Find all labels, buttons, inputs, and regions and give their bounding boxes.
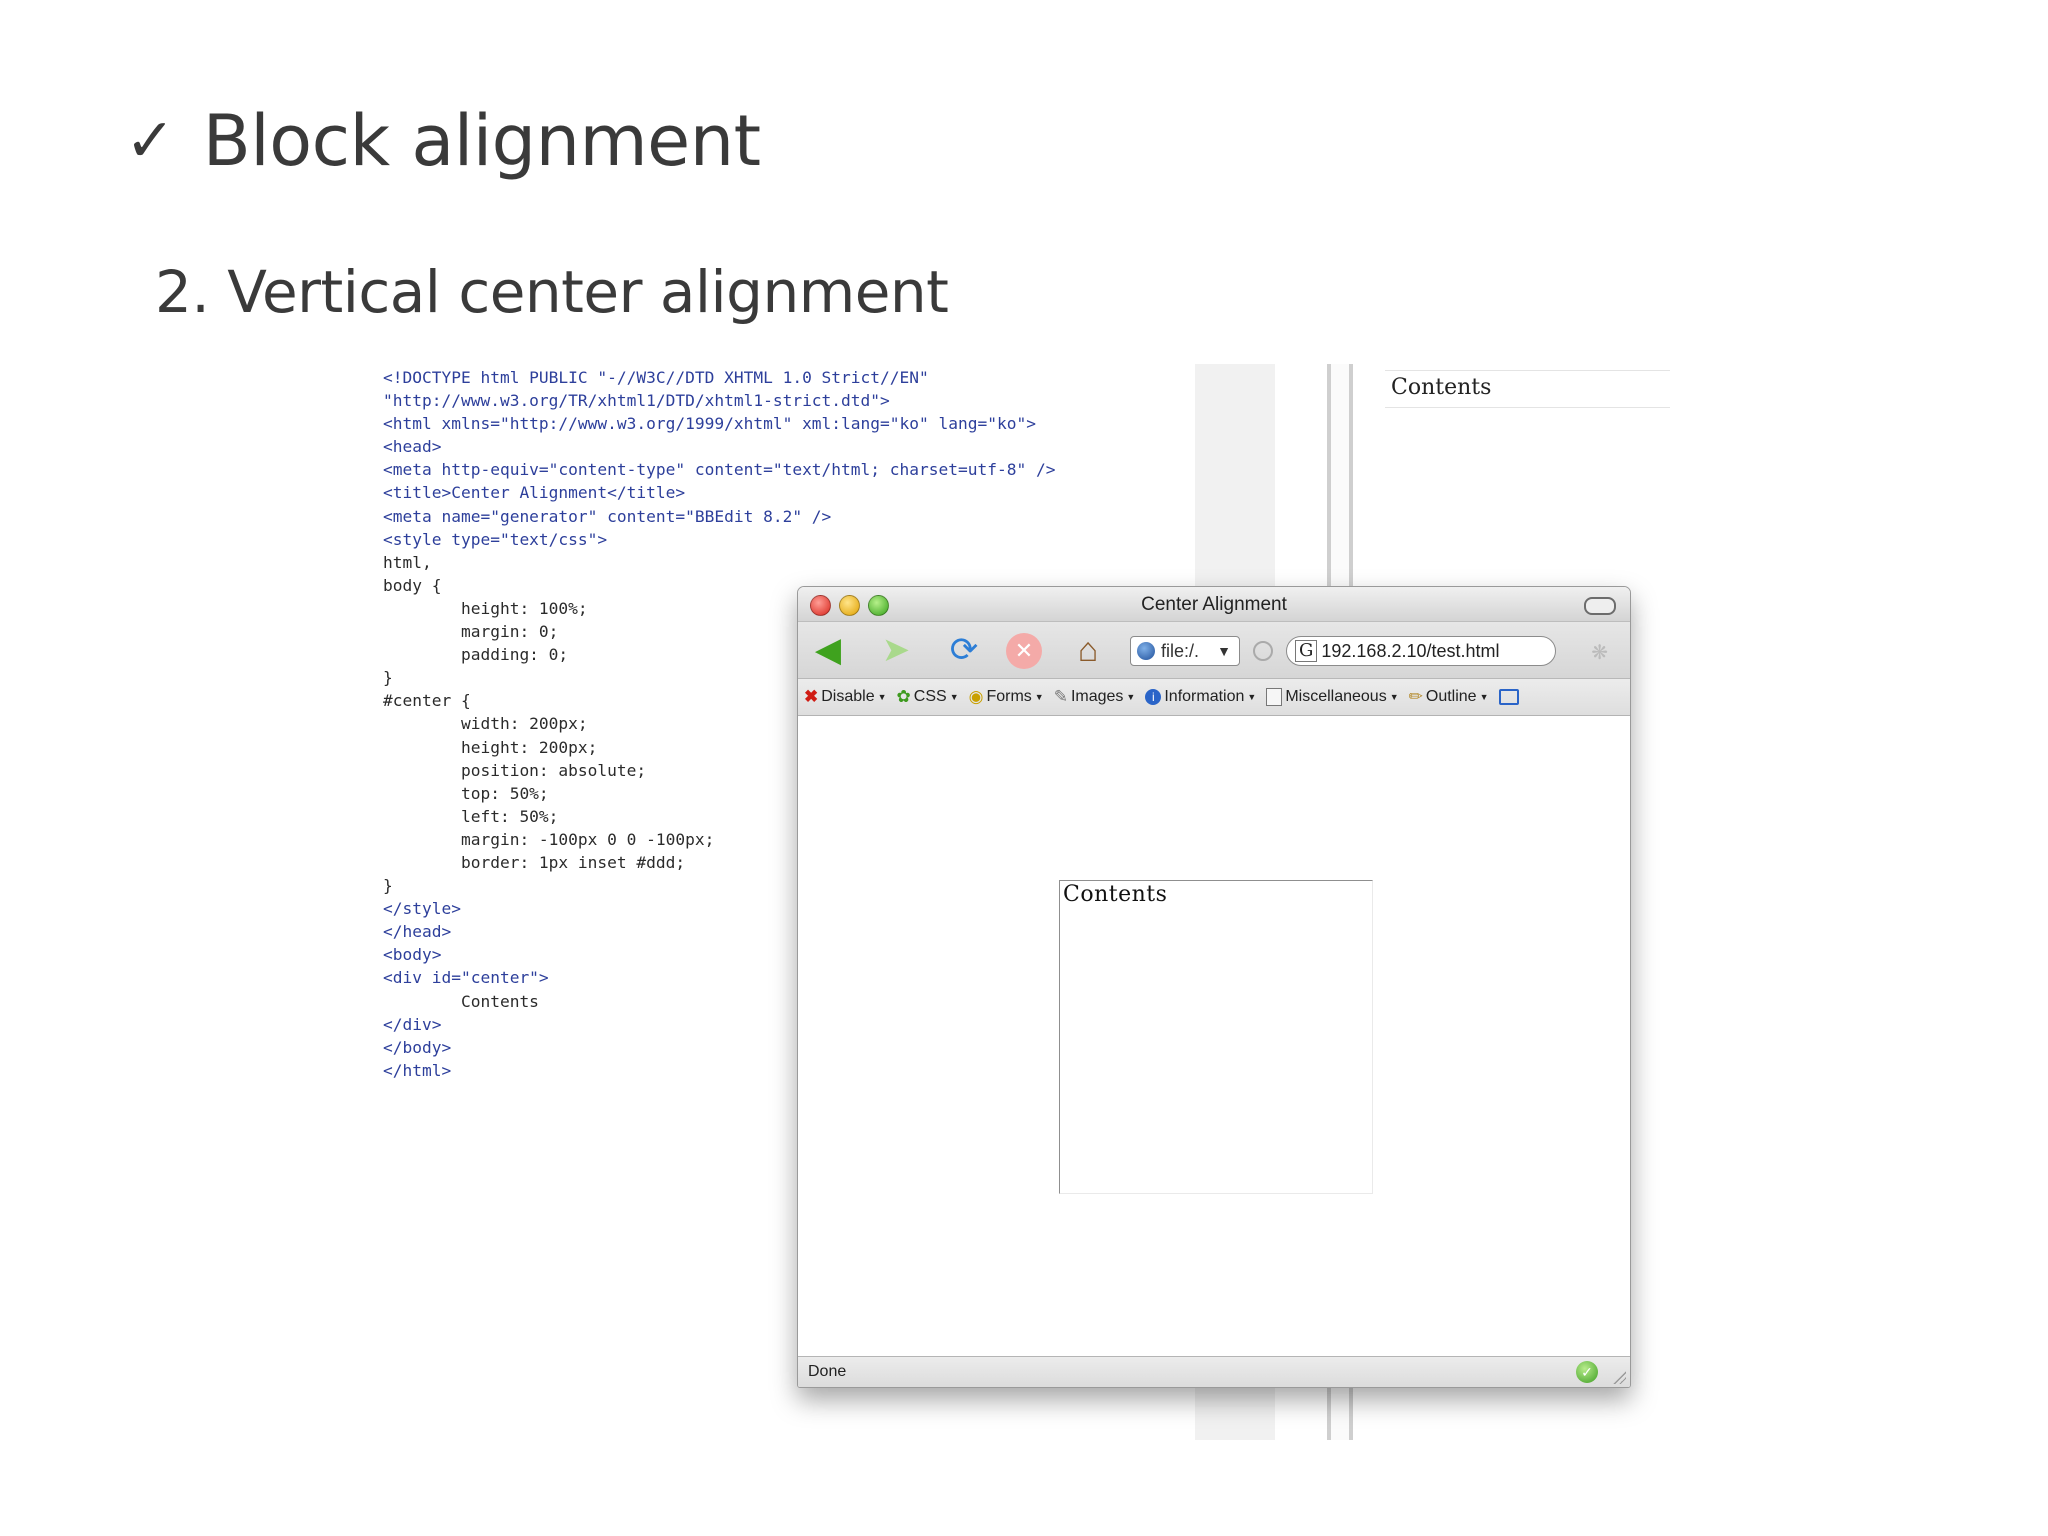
slide-subtitle: 2. Vertical center alignment: [155, 258, 949, 326]
throbber-icon: ❋: [1591, 642, 1608, 664]
window-title: Center Alignment: [1141, 594, 1287, 615]
browser-window: Center Alignment ◀ ➤ ⟳ ✕ ⌂ file:/. ▼ G 1…: [797, 586, 1631, 1388]
disable-icon: ✖: [804, 687, 819, 706]
code-line: }: [383, 668, 393, 688]
caret-down-icon: ▼: [1126, 692, 1136, 702]
code-line: <!DOCTYPE html PUBLIC "-//W3C//DTD XHTML…: [383, 368, 929, 387]
resize-grip-icon[interactable]: [1612, 1370, 1626, 1384]
url-field[interactable]: G 192.168.2.10/test.html: [1286, 636, 1556, 666]
code-line: </html>: [383, 1060, 452, 1080]
code-line: #center {: [383, 691, 471, 711]
back-arrow-icon[interactable]: ◀: [808, 631, 848, 669]
url-text: 192.168.2.10/test.html: [1321, 640, 1500, 661]
css-icon: ✿: [896, 687, 911, 706]
code-line: <title>Center Alignment</title>: [383, 483, 686, 503]
slide-title-text: Block alignment: [202, 100, 761, 182]
check-mark-icon: ✓: [125, 106, 175, 176]
code-line: border: 1px inset #ddd;: [383, 852, 686, 872]
caret-down-icon: ▼: [1479, 692, 1489, 702]
toolbar-item-label: Disable: [821, 688, 875, 705]
background-contents-text: Contents: [1391, 375, 1492, 400]
toolbar-item-label: Outline: [1425, 688, 1477, 705]
images-icon: ✎: [1053, 687, 1068, 706]
window-titlebar[interactable]: Center Alignment: [798, 587, 1630, 622]
page-viewport: Contents: [798, 716, 1630, 1356]
location-dropdown[interactable]: file:/. ▼: [1130, 636, 1240, 666]
reload-icon[interactable]: ⟳: [944, 631, 984, 669]
code-line: <head>: [383, 437, 442, 457]
code-line: <body>: [383, 945, 442, 965]
code-line: width: 200px;: [383, 714, 588, 734]
status-bar: Done ✓: [798, 1356, 1630, 1387]
google-search-icon[interactable]: G: [1295, 640, 1318, 662]
code-line: top: 50%;: [383, 783, 549, 803]
code-line: </head>: [383, 922, 452, 942]
code-line: <meta name="generator" content="BBEdit 8…: [383, 506, 832, 526]
toolbar-item-label: Miscellaneous: [1285, 688, 1387, 705]
slide-title: ✓ Block alignment: [125, 100, 761, 182]
stop-icon[interactable]: ✕: [1006, 633, 1042, 669]
information-icon: i: [1145, 689, 1162, 705]
background-contents-box: Contents: [1385, 370, 1670, 408]
toolbar-item-miscellaneous[interactable]: Miscellaneous ▼: [1266, 688, 1399, 706]
code-line: <html xmlns="http://www.w3.org/1999/xhtm…: [383, 414, 1036, 434]
globe-icon: [1137, 642, 1155, 660]
caret-down-icon: ▼: [877, 692, 887, 702]
toolbar-item-label: Images: [1070, 688, 1124, 705]
toolbar-item-outline[interactable]: ✏ Outline ▼: [1409, 687, 1489, 707]
toolbar-item-label: Information: [1164, 688, 1245, 705]
code-line: }: [383, 876, 393, 896]
code-line: position: absolute;: [383, 760, 647, 780]
toolbar-item-resize[interactable]: [1498, 689, 1519, 705]
code-line: body {: [383, 575, 442, 595]
toolbar-item-information[interactable]: i Information ▼: [1145, 688, 1256, 706]
code-line: margin: -100px 0 0 -100px;: [383, 829, 715, 849]
navigation-toolbar: ◀ ➤ ⟳ ✕ ⌂ file:/. ▼ G 192.168.2.10/test.…: [798, 622, 1630, 679]
code-line: margin: 0;: [383, 622, 559, 642]
centered-div: Contents: [1059, 880, 1373, 1194]
chevron-down-icon: ▼: [1217, 643, 1231, 659]
code-editor: <!DOCTYPE html PUBLIC "-//W3C//DTD XHTML…: [383, 366, 1056, 1106]
centered-div-text: Contents: [1063, 882, 1168, 907]
go-icon[interactable]: [1253, 641, 1273, 661]
toolbar-item-label: Forms: [986, 688, 1032, 705]
caret-down-icon: ▼: [1034, 692, 1044, 702]
resize-icon: [1498, 689, 1519, 705]
code-line: left: 50%;: [383, 806, 559, 826]
code-line: padding: 0;: [383, 645, 569, 665]
code-line: <style type="text/css">: [383, 529, 608, 549]
home-icon[interactable]: ⌂: [1068, 631, 1108, 669]
caret-down-icon: ▼: [949, 692, 959, 702]
code-line: Contents: [383, 991, 539, 1011]
code-listing: <!DOCTYPE html PUBLIC "-//W3C//DTD XHTML…: [383, 366, 1056, 1082]
location-dropdown-value: file:/.: [1161, 640, 1200, 661]
code-line: height: 100%;: [383, 598, 588, 618]
code-line: </div>: [383, 1014, 442, 1034]
code-line: height: 200px;: [383, 737, 598, 757]
toolbar-item-forms[interactable]: ◉ Forms ▼: [969, 687, 1044, 707]
code-line: html,: [383, 552, 432, 572]
toolbar-toggle-icon[interactable]: [1584, 597, 1616, 615]
code-line: <meta http-equiv="content-type" content=…: [383, 460, 1056, 480]
code-line: </body>: [383, 1037, 452, 1057]
caret-down-icon: ▼: [1389, 692, 1399, 702]
caret-down-icon: ▼: [1247, 692, 1257, 702]
code-line: <div id="center">: [383, 968, 549, 988]
toolbar-item-images[interactable]: ✎ Images ▼: [1054, 687, 1136, 707]
code-line: "http://www.w3.org/TR/xhtml1/DTD/xhtml1-…: [383, 391, 890, 411]
outline-icon: ✏: [1408, 687, 1423, 706]
toolbar-item-disable[interactable]: ✖ Disable ▼: [804, 687, 887, 707]
status-text: Done: [808, 1363, 847, 1380]
forward-arrow-icon[interactable]: ➤: [876, 631, 916, 669]
code-line: </style>: [383, 899, 461, 919]
validation-ok-icon[interactable]: ✓: [1576, 1361, 1598, 1383]
toolbar-item-label: CSS: [913, 688, 947, 705]
forms-icon: ◉: [968, 687, 984, 706]
web-developer-toolbar: ✖ Disable ▼ ✿ CSS ▼ ◉ Forms ▼ ✎ Images ▼…: [798, 679, 1630, 716]
miscellaneous-icon: [1266, 688, 1283, 706]
toolbar-item-css[interactable]: ✿ CSS ▼: [897, 687, 959, 707]
